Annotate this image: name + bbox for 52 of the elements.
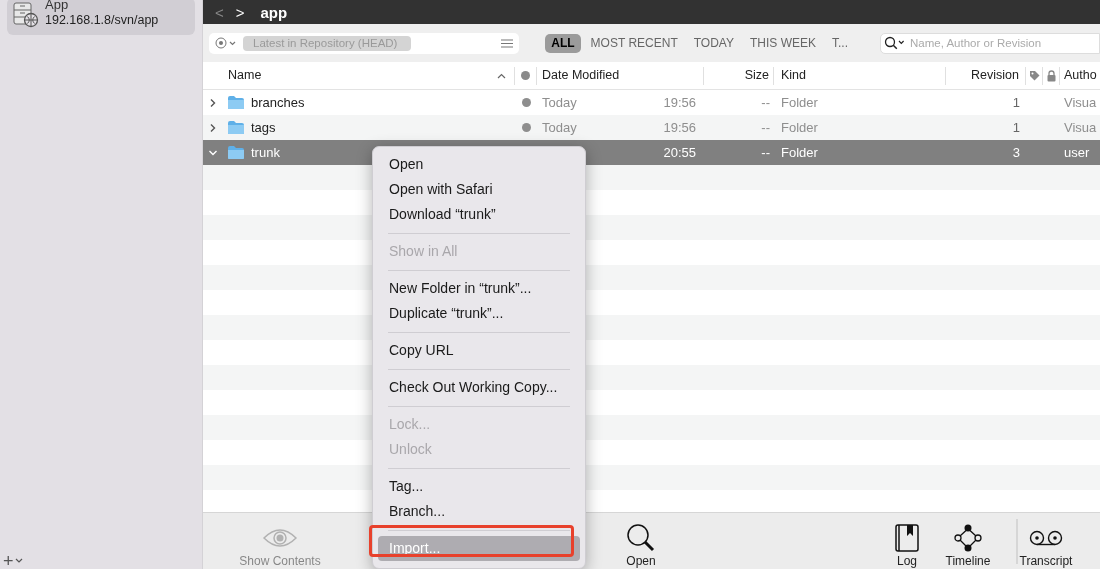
add-button[interactable]: +	[3, 553, 23, 569]
file-name: branches	[251, 93, 305, 112]
toolbar-button[interactable]: Open	[596, 523, 686, 568]
repository-item[interactable]: App 192.168.1.8/svn/app	[7, 0, 195, 35]
toolbar-button[interactable]: Transcript	[1001, 523, 1091, 568]
revision-text: 3	[1012, 143, 1020, 162]
filter-tab[interactable]: MOST RECENT	[584, 33, 684, 53]
time-text: 20:55	[663, 143, 696, 162]
search-field[interactable]: Name, Author or Revision	[880, 32, 1100, 54]
date-text: Today	[542, 118, 577, 137]
author-text: user	[1064, 143, 1090, 162]
menu-item[interactable]: Tag...	[378, 474, 580, 499]
menu-item[interactable]: New Folder in “trunk”...	[378, 276, 580, 301]
menu-item[interactable]: Check Out Working Copy...	[378, 375, 580, 400]
author-text: Visua	[1064, 93, 1097, 112]
menu-item[interactable]: Open with Safari	[378, 177, 580, 202]
size-text: --	[761, 118, 770, 137]
column-header: Revision	[971, 67, 1019, 85]
menu-item[interactable]: Duplicate “trunk”...	[378, 301, 580, 326]
column-header: Date Modified	[542, 67, 620, 85]
window-title: app	[260, 5, 288, 21]
date-text: Today	[542, 93, 577, 112]
column-header: Size	[744, 67, 769, 85]
author-text: Visua	[1064, 118, 1097, 137]
column-header: Autho	[1064, 67, 1097, 85]
filter-tab[interactable]: T...	[826, 33, 854, 53]
column-header: Name	[228, 67, 262, 85]
menu-item[interactable]: Download “trunk”	[378, 202, 580, 227]
back-button[interactable]: <	[215, 5, 224, 21]
filter-tab[interactable]: TODAY	[687, 33, 740, 53]
filter-tab[interactable]: ALL	[545, 33, 581, 53]
repository-name: App	[45, 0, 70, 11]
kind-text: Folder	[781, 143, 818, 162]
time-text: 19:56	[663, 118, 696, 137]
kind-text: Folder	[781, 93, 818, 112]
size-text: --	[761, 93, 770, 112]
file-name: tags	[251, 118, 276, 137]
menu-item[interactable]: Branch...	[378, 499, 580, 524]
forward-button[interactable]: >	[235, 5, 245, 21]
file-name: trunk	[251, 143, 280, 162]
revision-text: 1	[1012, 93, 1020, 112]
kind-text: Folder	[781, 118, 818, 137]
menu-item[interactable]: Copy URL	[378, 338, 580, 363]
revision-text: 1	[1012, 118, 1020, 137]
filter-tab[interactable]: THIS WEEK	[743, 33, 822, 53]
repository-url: 192.168.1.8/svn/app	[45, 12, 159, 28]
toolbar-button[interactable]: Log	[877, 523, 937, 568]
time-text: 19:56	[663, 93, 696, 112]
toolbar-button[interactable]: Timeline	[938, 523, 998, 568]
column-header: Kind	[781, 67, 807, 85]
size-text: --	[761, 143, 770, 162]
table-row[interactable]: tags Today 19:56 -- Folder 1 Visua	[203, 115, 1100, 140]
